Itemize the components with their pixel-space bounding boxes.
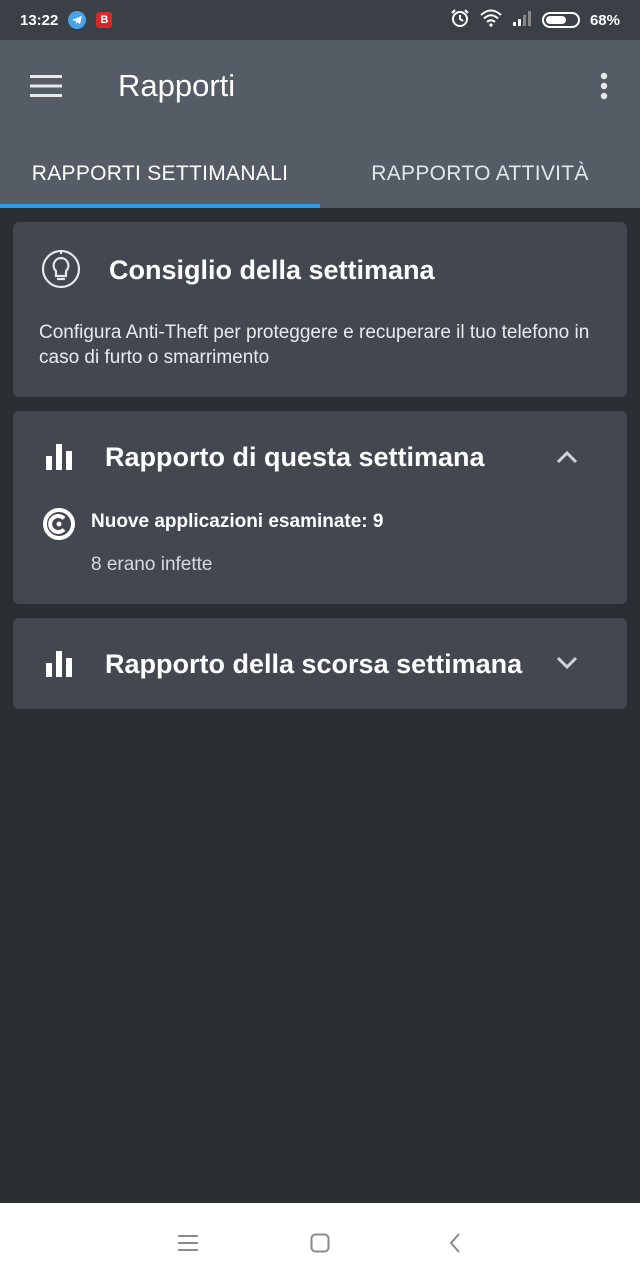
home-icon[interactable]	[300, 1223, 340, 1263]
page-title: Rapporti	[118, 68, 236, 103]
scan-app-icon	[41, 506, 77, 542]
last-week-title: Rapporto della scorsa settimana	[105, 649, 523, 679]
tab-label: RAPPORTO ATTIVITÀ	[371, 162, 589, 185]
menu-icon[interactable]	[168, 1223, 208, 1263]
wifi-icon	[480, 9, 502, 31]
tip-body: Configura Anti-Theft per proteggere e re…	[39, 322, 590, 368]
telegram-icon	[68, 11, 87, 29]
last-week-report-card[interactable]: Rapporto della scorsa settimana	[13, 618, 627, 709]
scanned-apps-label: Nuove applicazioni esaminate: 9	[91, 511, 384, 532]
more-vert-icon[interactable]	[588, 66, 620, 106]
tab-rapporti-settimanali[interactable]: RAPPORTI SETTIMANALI	[0, 140, 320, 208]
back-icon[interactable]	[435, 1223, 475, 1263]
this-week-title: Rapporto di questa settimana	[105, 442, 485, 472]
status-bar: 13:22 B 68%	[0, 0, 640, 40]
tab-indicator	[0, 204, 320, 208]
status-time: 13:22	[20, 11, 59, 29]
battery-icon	[541, 12, 580, 28]
system-nav-bar	[0, 1203, 640, 1280]
chevron-down-icon[interactable]	[553, 650, 581, 676]
chevron-up-icon[interactable]	[553, 444, 581, 470]
status-right: 68%	[450, 8, 620, 32]
tab-label: RAPPORTI SETTIMANALI	[31, 162, 289, 185]
hamburger-menu-icon[interactable]	[22, 66, 70, 106]
this-week-report-card[interactable]: Rapporto di questa settimana Nuove appli…	[13, 411, 627, 604]
tip-title: Consiglio della settimana	[109, 255, 435, 285]
app-bar: Rapporti RAPPORTI SETTIMANALI RAPPORTO A…	[0, 40, 640, 208]
signal-icon	[512, 10, 532, 30]
bar-chart-icon	[43, 442, 75, 472]
alarm-icon	[450, 8, 470, 32]
infected-apps-label: 8 erano infette	[91, 554, 213, 575]
tip-card[interactable]: Consiglio della settimana Configura Anti…	[13, 222, 627, 397]
tab-bar: RAPPORTI SETTIMANALI RAPPORTO ATTIVITÀ	[0, 140, 640, 208]
status-left: 13:22 B	[20, 11, 113, 29]
bar-chart-icon	[43, 649, 75, 679]
notification-b-icon: B	[96, 12, 113, 28]
tab-rapporto-attivita[interactable]: RAPPORTO ATTIVITÀ	[320, 140, 640, 208]
battery-percent: 68%	[589, 11, 620, 29]
lightbulb-icon	[39, 247, 83, 291]
